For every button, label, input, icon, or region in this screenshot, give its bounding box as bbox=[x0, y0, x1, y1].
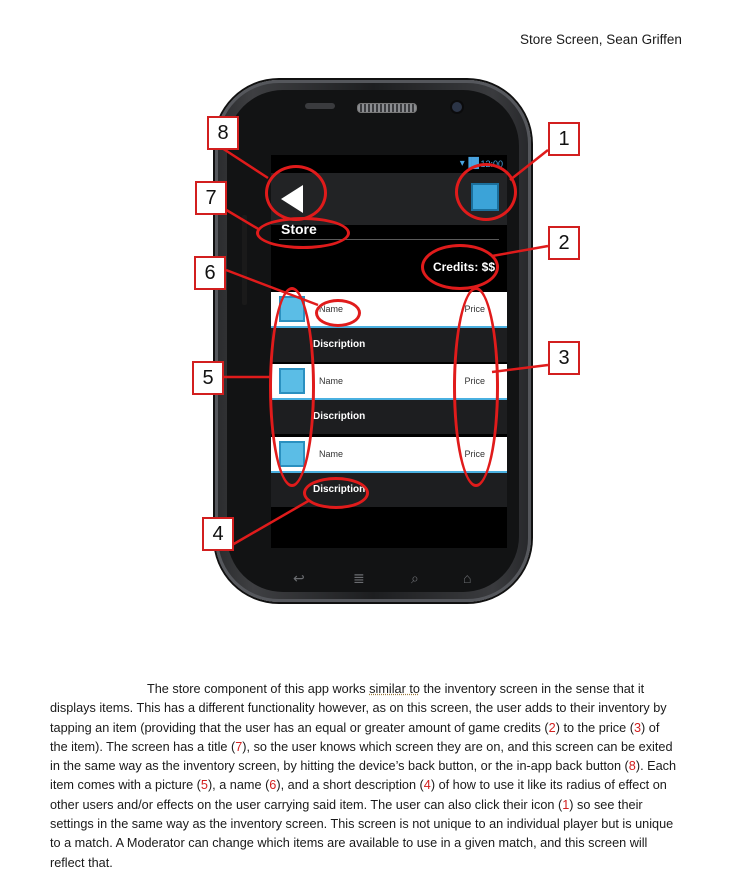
body-paragraph: The store component of this app works si… bbox=[50, 682, 677, 870]
callout-1: 1 bbox=[548, 122, 580, 156]
callout-3: 3 bbox=[548, 341, 580, 375]
callout-5: 5 bbox=[192, 361, 224, 395]
callout-7: 7 bbox=[195, 181, 227, 215]
callout-8: 8 bbox=[207, 116, 239, 150]
back-button-highlight bbox=[265, 165, 327, 221]
callout-2: 2 bbox=[548, 226, 580, 260]
credits-highlight bbox=[421, 244, 499, 290]
callout-4: 4 bbox=[202, 517, 234, 551]
title-highlight bbox=[256, 217, 350, 249]
price-column-highlight bbox=[453, 287, 499, 487]
name-highlight bbox=[315, 299, 361, 327]
description-highlight bbox=[303, 477, 369, 509]
picture-column-highlight bbox=[269, 287, 315, 487]
callout-6: 6 bbox=[194, 256, 226, 290]
profile-icon-highlight bbox=[455, 163, 517, 221]
